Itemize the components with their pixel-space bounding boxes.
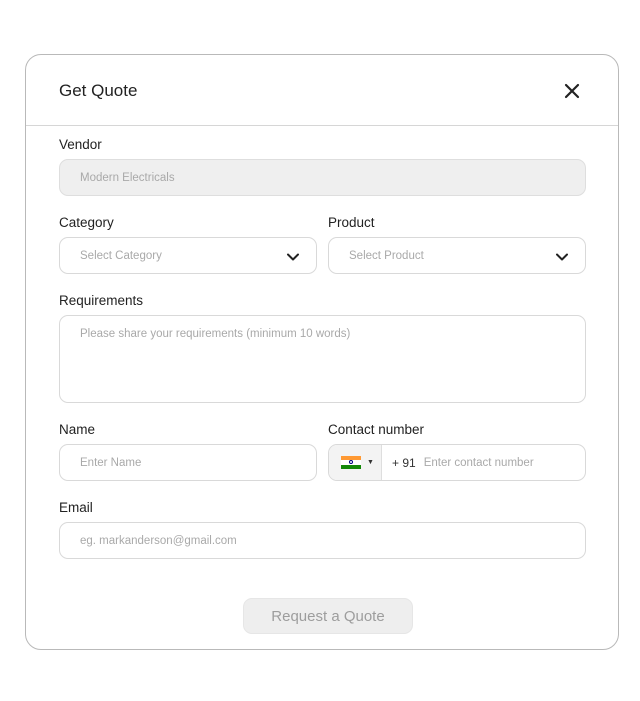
contact-number-input[interactable]: Enter contact number <box>424 457 534 469</box>
chevron-down-icon <box>556 253 568 261</box>
requirements-placeholder: Please share your requirements (minimum … <box>80 328 351 340</box>
category-select[interactable]: Select Category <box>59 237 317 274</box>
name-placeholder: Enter Name <box>80 456 142 469</box>
product-label: Product <box>328 215 375 230</box>
name-input[interactable]: Enter Name <box>59 444 317 481</box>
requirements-textarea[interactable]: Please share your requirements (minimum … <box>59 315 586 403</box>
category-placeholder: Select Category <box>80 249 162 262</box>
product-select[interactable]: Select Product <box>328 237 586 274</box>
category-label: Category <box>59 215 114 230</box>
get-quote-modal: Get Quote Vendor Modern Electricals Cate… <box>25 54 619 650</box>
email-placeholder: eg. markanderson@gmail.com <box>80 534 237 547</box>
vendor-label: Vendor <box>59 137 102 152</box>
india-flag-icon <box>341 456 361 469</box>
close-icon[interactable] <box>563 82 581 100</box>
name-label: Name <box>59 422 96 437</box>
requirements-label: Requirements <box>59 293 144 308</box>
request-quote-button[interactable]: Request a Quote <box>243 598 413 634</box>
modal-header: Get Quote <box>26 55 618 126</box>
chevron-down-icon <box>287 253 299 261</box>
caret-down-icon: ▼ <box>367 459 374 466</box>
contact-label: Contact number <box>328 422 425 437</box>
contact-number-field: ▼ + 91 Enter contact number <box>328 444 586 481</box>
email-input[interactable]: eg. markanderson@gmail.com <box>59 522 586 559</box>
dial-code: + 91 <box>392 455 416 470</box>
vendor-value: Modern Electricals <box>80 171 175 184</box>
vendor-field: Modern Electricals <box>59 159 586 196</box>
modal-title: Get Quote <box>59 81 138 100</box>
product-placeholder: Select Product <box>349 249 424 262</box>
country-code-selector[interactable]: ▼ <box>329 445 382 480</box>
email-label: Email <box>59 500 93 515</box>
